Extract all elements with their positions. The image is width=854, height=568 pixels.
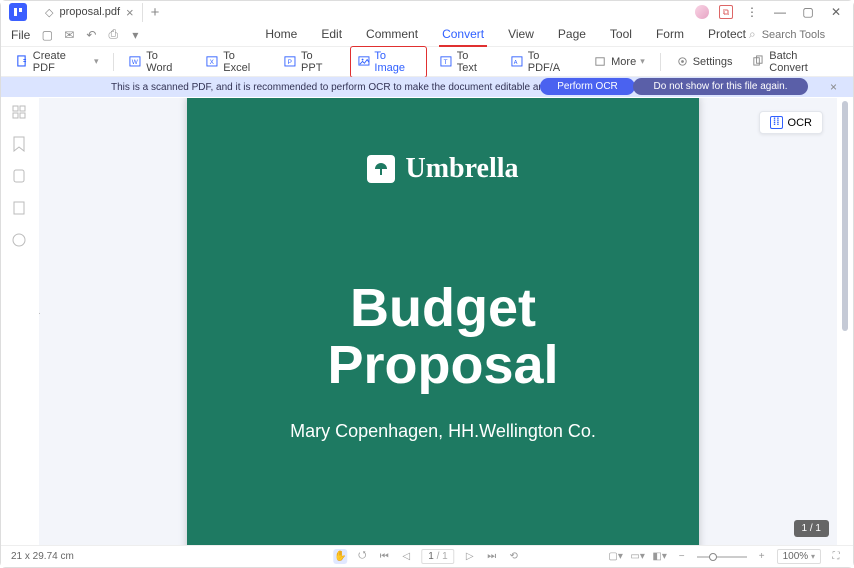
- to-text-button[interactable]: T To Text: [433, 47, 498, 77]
- undo-icon[interactable]: ↶: [84, 28, 98, 42]
- dismiss-banner-button[interactable]: Do not show for this file again.: [633, 78, 808, 95]
- batch-icon: [752, 55, 765, 68]
- zoom-value[interactable]: 100% ▾: [777, 549, 821, 564]
- tab-filename: proposal.pdf: [59, 6, 120, 18]
- to-image-button[interactable]: To Image: [350, 46, 427, 78]
- pdfa-icon: A: [511, 55, 524, 68]
- close-banner-icon[interactable]: ×: [830, 80, 837, 94]
- status-bar: 21 x 29.74 cm ✋ ⭯ ⏮ ◁ 1 / 1 ▷ ⏭ ⟲ ▢▾ ▭▾ …: [1, 545, 853, 567]
- last-page-icon[interactable]: ⏭: [485, 551, 499, 562]
- perform-ocr-button[interactable]: Perform OCR: [540, 78, 635, 95]
- zoom-slider[interactable]: [697, 556, 747, 558]
- save-icon[interactable]: ▢: [40, 28, 54, 42]
- document-author: Mary Copenhagen, HH.Wellington Co.: [187, 421, 699, 442]
- read-mode-icon[interactable]: ◧▾: [653, 551, 667, 562]
- rotate-icon[interactable]: ⟲: [507, 551, 521, 562]
- create-pdf-button[interactable]: Create PDF ▾: [9, 47, 105, 77]
- zoom-out-icon[interactable]: −: [675, 551, 689, 562]
- quick-access-toolbar: ▢ ✉ ↶ ⎙ ▾: [40, 28, 142, 42]
- kebab-menu-icon[interactable]: ⋮: [743, 3, 761, 21]
- more-button[interactable]: More ▾: [587, 52, 652, 71]
- document-tab[interactable]: ◇ proposal.pdf ×: [37, 3, 143, 22]
- tab-home[interactable]: Home: [262, 23, 300, 47]
- brand-logo-icon: [367, 155, 395, 183]
- more-icon: [594, 55, 607, 68]
- close-window-button[interactable]: ✕: [827, 3, 845, 21]
- page-number-field[interactable]: 1 / 1: [421, 549, 454, 564]
- batch-convert-button[interactable]: Batch Convert: [745, 47, 845, 77]
- first-page-icon[interactable]: ⏮: [377, 551, 391, 562]
- prev-page-icon[interactable]: ◁: [399, 551, 413, 562]
- zoom-in-icon[interactable]: +: [755, 551, 769, 562]
- view-mode-icon[interactable]: ▢▾: [609, 551, 623, 562]
- qat-dropdown-icon[interactable]: ▾: [128, 28, 142, 42]
- image-icon: [358, 55, 371, 68]
- maximize-button[interactable]: ▢: [799, 3, 817, 21]
- tab-page[interactable]: Page: [555, 23, 589, 47]
- pdf-page: Umbrella Budget Proposal Mary Copenhagen…: [187, 98, 699, 545]
- select-tool-icon[interactable]: ⭯: [355, 548, 369, 565]
- page-dimensions: 21 x 29.74 cm: [11, 551, 74, 562]
- search-icon: ⌕: [749, 27, 756, 42]
- ocr-banner: This is a scanned PDF, and it is recomme…: [1, 77, 853, 97]
- svg-text:W: W: [132, 59, 139, 66]
- tab-convert[interactable]: Convert: [439, 23, 487, 47]
- svg-text:T: T: [444, 59, 448, 66]
- ppt-icon: P: [284, 55, 297, 68]
- svg-text:P: P: [288, 59, 292, 66]
- page-indicator: 1 / 1: [794, 520, 829, 537]
- ocr-floating-button[interactable]: ⁞⁞ OCR: [759, 111, 823, 134]
- brand-name: Umbrella: [405, 153, 518, 185]
- search-tools-input[interactable]: [762, 29, 842, 41]
- svg-text:X: X: [210, 59, 215, 66]
- document-title: Budget Proposal: [187, 280, 699, 393]
- word-icon: W: [129, 55, 142, 68]
- to-excel-button[interactable]: X To Excel: [199, 47, 271, 77]
- create-pdf-icon: [16, 55, 29, 68]
- page-icon[interactable]: [12, 168, 26, 184]
- print-icon[interactable]: ⎙: [106, 28, 120, 42]
- tab-view[interactable]: View: [505, 23, 537, 47]
- minimize-button[interactable]: —: [771, 3, 789, 21]
- to-pdfa-button[interactable]: A To PDF/A: [504, 47, 581, 77]
- left-rail: [1, 98, 37, 545]
- app-logo: [9, 3, 27, 21]
- file-menu[interactable]: File: [11, 28, 30, 42]
- chevron-down-icon: ▾: [94, 56, 99, 67]
- new-tab-button[interactable]: +: [143, 4, 168, 21]
- chevron-down-icon: ▾: [640, 56, 645, 67]
- tab-protect[interactable]: Protect: [705, 23, 749, 47]
- attachment-icon[interactable]: [12, 200, 26, 216]
- sidebar-expand-icon[interactable]: ▸: [39, 308, 40, 319]
- comment-rail-icon[interactable]: [11, 232, 27, 248]
- menu-tabs: Home Edit Comment Convert View Page Tool…: [262, 23, 749, 47]
- svg-text:A: A: [514, 60, 518, 66]
- gear-icon: [676, 55, 689, 68]
- bookmark-icon[interactable]: [12, 136, 26, 152]
- vertical-scrollbar[interactable]: [842, 101, 848, 331]
- tab-comment[interactable]: Comment: [363, 23, 421, 47]
- text-icon: T: [440, 55, 453, 68]
- layout-icon[interactable]: ▭▾: [631, 551, 645, 562]
- mail-icon[interactable]: ✉: [62, 28, 76, 42]
- to-ppt-button[interactable]: P To PPT: [277, 47, 343, 77]
- assistant-icon[interactable]: [695, 5, 709, 19]
- tab-edit[interactable]: Edit: [318, 23, 345, 47]
- hand-tool-icon[interactable]: ✋: [333, 549, 347, 564]
- to-word-button[interactable]: W To Word: [122, 47, 193, 77]
- tab-form[interactable]: Form: [653, 23, 687, 47]
- fullscreen-icon[interactable]: ⛶: [829, 551, 843, 562]
- tab-tool[interactable]: Tool: [607, 23, 635, 47]
- window-overlap-icon[interactable]: ⧉: [719, 5, 733, 19]
- settings-button[interactable]: Settings: [669, 52, 740, 71]
- thumbnails-icon[interactable]: [11, 104, 27, 120]
- excel-icon: X: [206, 55, 219, 68]
- close-tab-icon[interactable]: ×: [126, 5, 134, 20]
- ocr-icon: ⁞⁞: [770, 116, 783, 129]
- document-viewport[interactable]: Umbrella Budget Proposal Mary Copenhagen…: [39, 98, 837, 545]
- next-page-icon[interactable]: ▷: [463, 551, 477, 562]
- banner-message: This is a scanned PDF, and it is recomme…: [111, 82, 604, 93]
